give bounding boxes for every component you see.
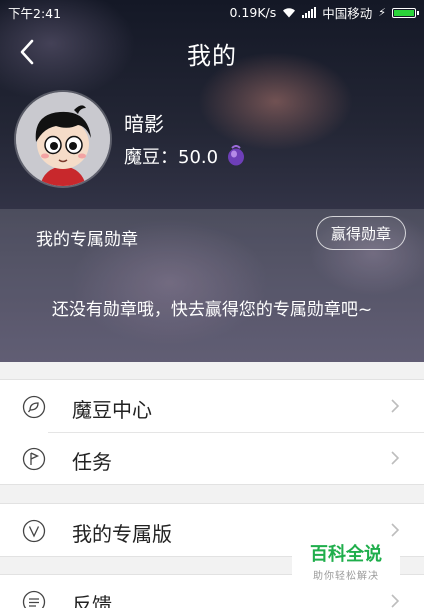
leaf-circle-icon — [22, 395, 46, 419]
menu-item-tasks[interactable]: 任务 — [0, 432, 424, 484]
menu-item-label: 任务 — [72, 450, 112, 474]
v-circle-icon — [22, 519, 46, 543]
wifi-icon — [282, 7, 296, 18]
user-name: 暗影 — [124, 112, 164, 136]
status-right: 0.19K/s 中国移动 ⚡ — [229, 3, 419, 22]
carrier-name: 中国移动 — [322, 6, 373, 21]
chevron-right-icon — [390, 593, 400, 608]
chevron-right-icon — [390, 450, 400, 466]
menu-item-label: 反馈 — [72, 593, 112, 608]
status-bar: 下午2:41 0.19K/s 中国移动 ⚡ — [0, 0, 424, 22]
chevron-right-icon — [390, 398, 400, 414]
battery-icon — [392, 7, 419, 18]
menu-group-1: 魔豆中心 任务 — [0, 379, 424, 485]
medal-empty-text: 还没有勋章哦，快去赢得您的专属勋章吧~ — [51, 300, 373, 320]
avatar[interactable] — [16, 92, 110, 186]
status-time: 下午2:41 — [8, 6, 62, 21]
watermark-main: 百科全说 — [310, 544, 382, 565]
menu-item-modou-center[interactable]: 魔豆中心 — [0, 380, 424, 432]
page-title: 我的 — [187, 42, 237, 70]
modou-balance: 魔豆：50.0 — [124, 143, 246, 169]
watermark: 百科全说 助你轻松解决 — [292, 538, 400, 584]
flag-circle-icon — [22, 447, 46, 471]
modou-label: 魔豆：50.0 — [124, 147, 219, 168]
charging-icon: ⚡ — [378, 6, 386, 19]
signal-icon — [302, 7, 317, 18]
network-speed: 0.19K/s — [229, 5, 277, 20]
medal-panel: 我的专属勋章 赢得勋章 还没有勋章哦，快去赢得您的专属勋章吧~ — [0, 209, 424, 362]
earn-medal-button[interactable]: 赢得勋章 — [316, 216, 406, 250]
purple-gem-icon — [226, 145, 246, 167]
watermark-sub: 助你轻松解决 — [313, 571, 379, 582]
medal-title: 我的专属勋章 — [36, 230, 138, 250]
profile-header: 下午2:41 0.19K/s 中国移动 ⚡ 我的 暗影 魔豆：50.0 我的专属… — [0, 0, 424, 362]
message-circle-icon — [22, 590, 46, 608]
menu-item-label: 魔豆中心 — [72, 398, 152, 422]
menu-item-label: 我的专属版 — [72, 522, 172, 546]
my-page: 下午2:41 0.19K/s 中国移动 ⚡ 我的 暗影 魔豆：50.0 我的专属… — [0, 0, 424, 608]
cartoon-boy-avatar-icon — [16, 92, 110, 186]
chevron-right-icon — [390, 522, 400, 538]
